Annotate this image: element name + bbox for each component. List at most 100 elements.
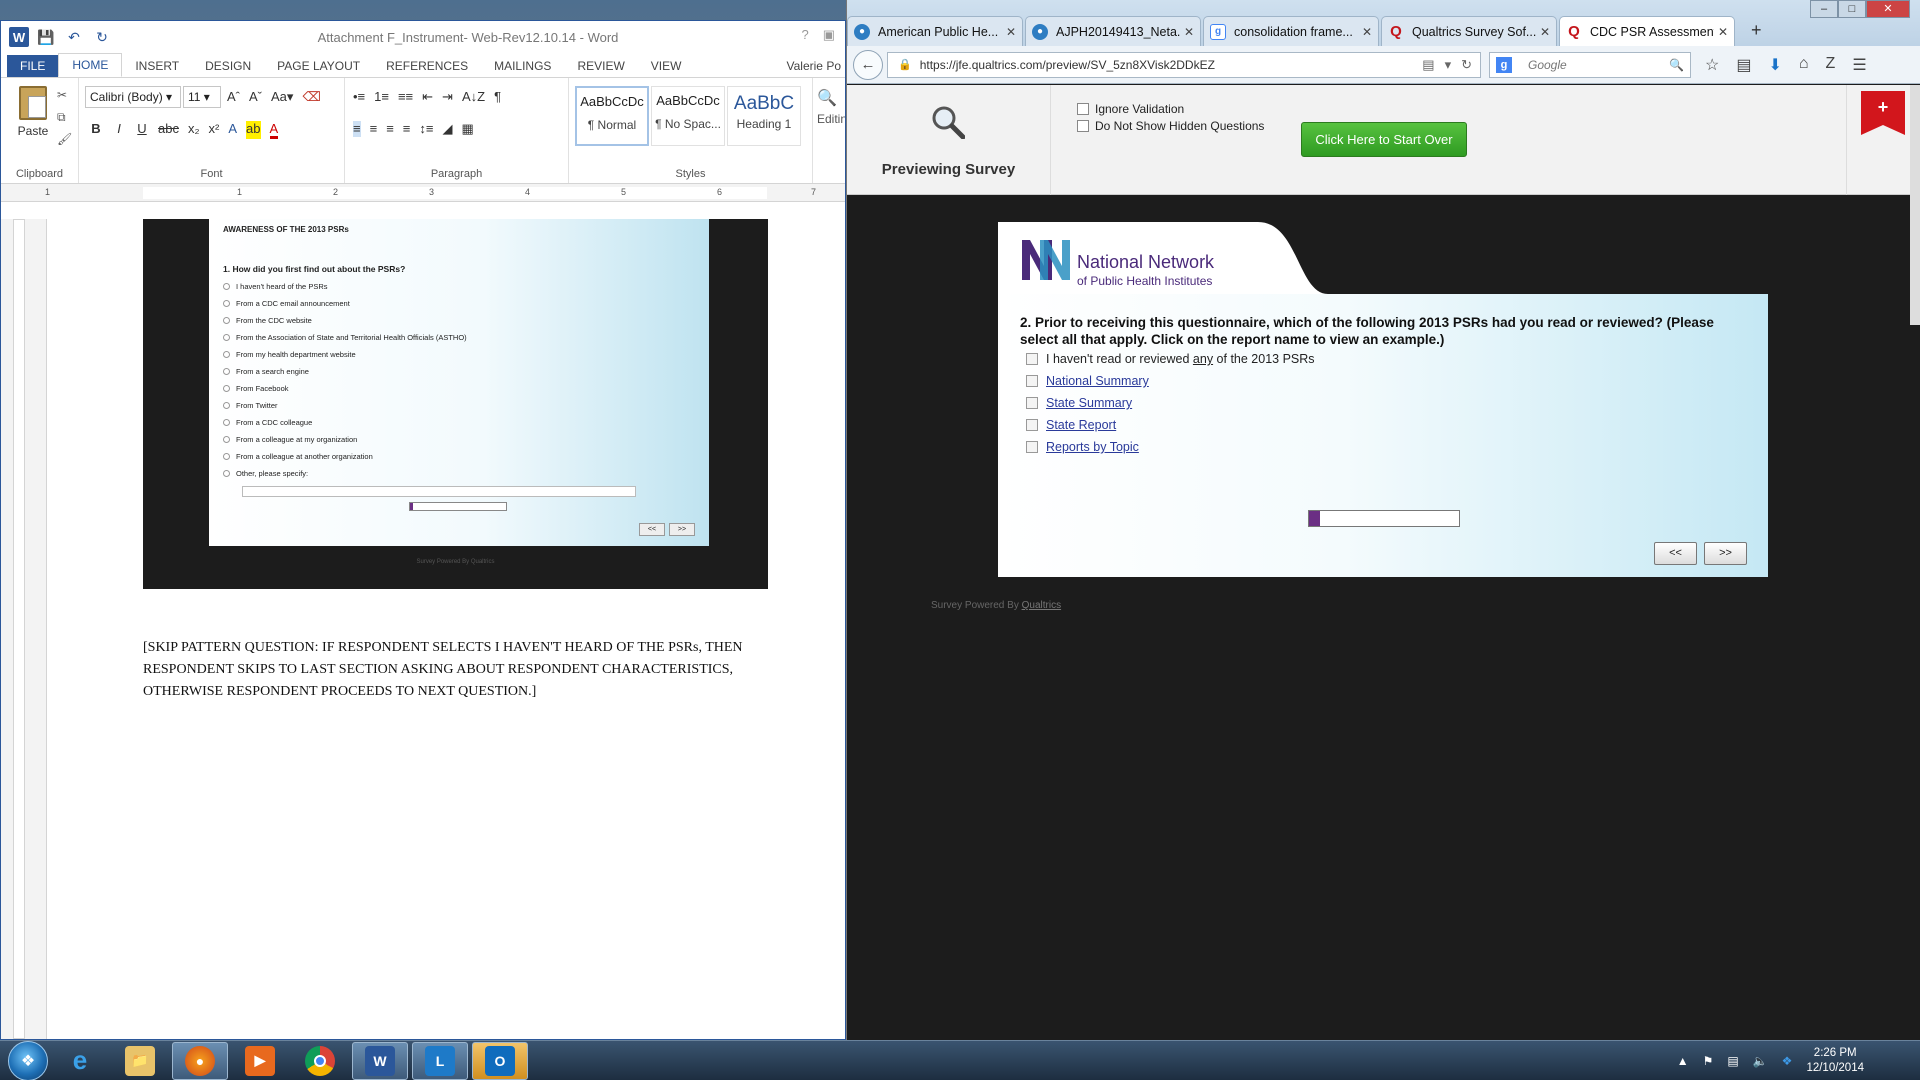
undo-icon[interactable]: ↶: [63, 26, 85, 48]
format-painter-icon[interactable]: 🖌: [57, 132, 72, 146]
url-bar[interactable]: 🔒 https://jfe.qualtrics.com/preview/SV_5…: [887, 51, 1481, 78]
reload-icon[interactable]: ↻: [1461, 57, 1472, 73]
taskbar-file-explorer[interactable]: 📁: [112, 1042, 168, 1080]
volume-icon[interactable]: 🔈: [1753, 1054, 1768, 1068]
copy-icon[interactable]: ⧉: [57, 110, 66, 125]
grow-font-icon[interactable]: Aˆ: [227, 89, 240, 105]
ribbon-display-icon[interactable]: ▣: [823, 27, 835, 43]
minimize-icon[interactable]: –: [1810, 0, 1838, 18]
tab-mailings[interactable]: MAILINGS: [481, 55, 564, 77]
option-national-summary[interactable]: National Summary: [1026, 374, 1149, 388]
borders-icon[interactable]: ▦: [461, 121, 473, 137]
search-box[interactable]: g Google 🔍: [1489, 51, 1691, 78]
horizontal-ruler[interactable]: 1 1 2 3 4 5 6 7: [1, 184, 845, 202]
cut-icon[interactable]: ✂: [57, 88, 67, 102]
paste-button[interactable]: Paste: [15, 86, 51, 138]
browser-tab[interactable]: ● American Public He... ✕: [847, 16, 1023, 46]
multilevel-list-icon[interactable]: ≡≡: [398, 89, 413, 105]
highlight-icon[interactable]: ab: [246, 121, 261, 139]
download-icon[interactable]: ⬇: [1768, 55, 1781, 75]
document-page[interactable]: AWARENESS OF THE 2013 PSRs 1. How did yo…: [47, 219, 845, 1039]
font-color-icon[interactable]: A: [269, 121, 279, 139]
taskbar-media-player[interactable]: ▶: [232, 1042, 288, 1080]
option-checkbox[interactable]: [1026, 441, 1038, 453]
ignore-validation-option[interactable]: Ignore Validation: [1077, 102, 1184, 116]
reader-icon[interactable]: ▤: [1422, 57, 1434, 73]
option-checkbox[interactable]: [1026, 397, 1038, 409]
previous-button[interactable]: <<: [1654, 542, 1697, 565]
change-case-icon[interactable]: Aa▾: [271, 89, 293, 105]
style-no-spacing[interactable]: AaBbCcDc ¶ No Spac...: [651, 86, 725, 146]
tab-page-layout[interactable]: PAGE LAYOUT: [264, 55, 373, 77]
taskbar-internet-explorer[interactable]: e: [52, 1042, 108, 1080]
browser-tab-active[interactable]: Q CDC PSR Assessment ✕: [1559, 16, 1735, 46]
zotero-icon[interactable]: Z: [1826, 55, 1836, 75]
subscript-icon[interactable]: x₂: [188, 121, 200, 139]
hide-hidden-option[interactable]: Do Not Show Hidden Questions: [1077, 119, 1264, 133]
home-icon[interactable]: ⌂: [1799, 55, 1809, 75]
browser-tab[interactable]: Q Qualtrics Survey Sof... ✕: [1381, 16, 1557, 46]
align-right-icon[interactable]: ≡: [386, 121, 394, 137]
find-icon[interactable]: 🔍: [817, 88, 837, 108]
tab-home[interactable]: HOME: [58, 53, 123, 77]
bookmark-star-icon[interactable]: ☆: [1705, 55, 1719, 75]
superscript-icon[interactable]: x²: [209, 121, 220, 139]
show-marks-icon[interactable]: ¶: [494, 89, 501, 105]
clear-formatting-icon[interactable]: ⌫: [302, 89, 320, 105]
taskbar-lync[interactable]: L: [412, 1041, 468, 1080]
signed-in-user[interactable]: Valerie Po: [787, 59, 841, 73]
font-size-select[interactable]: 11 ▾: [183, 86, 221, 108]
qualtrics-link[interactable]: Qualtrics: [1022, 600, 1061, 611]
taskbar-word[interactable]: W: [352, 1041, 408, 1080]
option-reports-by-topic[interactable]: Reports by Topic: [1026, 440, 1139, 454]
option-checkbox[interactable]: [1026, 419, 1038, 431]
browser-tab[interactable]: ● AJPH20149413_Neta... ✕: [1025, 16, 1201, 46]
shading-icon[interactable]: ◢: [442, 121, 452, 137]
option-link[interactable]: State Report: [1046, 418, 1116, 432]
increase-indent-icon[interactable]: ⇥: [442, 89, 453, 105]
close-icon[interactable]: ✕: [1006, 25, 1016, 39]
help-icon[interactable]: ?: [801, 27, 808, 43]
vertical-ruler[interactable]: [1, 219, 47, 1039]
numbering-icon[interactable]: 1≡: [374, 89, 389, 105]
editing-label[interactable]: Editin: [817, 112, 845, 126]
bookmarks-list-icon[interactable]: ▤: [1736, 55, 1751, 75]
underline-icon[interactable]: U: [135, 121, 149, 139]
close-icon[interactable]: ✕: [1362, 25, 1372, 39]
justify-icon[interactable]: ≡: [403, 121, 411, 137]
option-link[interactable]: State Summary: [1046, 396, 1132, 410]
tab-references[interactable]: REFERENCES: [373, 55, 481, 77]
start-over-button[interactable]: Click Here to Start Over: [1301, 122, 1467, 157]
hide-hidden-checkbox[interactable]: [1077, 120, 1089, 132]
align-center-icon[interactable]: ≡: [370, 121, 378, 137]
qualtrics-flag-icon[interactable]: +: [1861, 91, 1905, 135]
option-state-report[interactable]: State Report: [1026, 418, 1116, 432]
network-icon[interactable]: ▤: [1727, 1054, 1738, 1068]
dropdown-icon[interactable]: ▾: [1445, 57, 1452, 73]
save-icon[interactable]: 💾: [35, 26, 57, 48]
font-name-select[interactable]: Calibri (Body) ▾: [85, 86, 181, 108]
option-none-checkbox[interactable]: [1026, 353, 1038, 365]
line-spacing-icon[interactable]: ↕≡: [419, 121, 433, 137]
redo-icon[interactable]: ↻: [91, 26, 113, 48]
italic-icon[interactable]: I: [112, 121, 126, 139]
tab-insert[interactable]: INSERT: [122, 55, 192, 77]
taskbar-outlook[interactable]: O: [472, 1041, 528, 1080]
taskbar-firefox[interactable]: ●: [172, 1041, 228, 1080]
option-none[interactable]: I haven't read or reviewed any of the 20…: [1026, 352, 1315, 366]
close-icon[interactable]: ✕: [1540, 25, 1550, 39]
tab-review[interactable]: REVIEW: [564, 55, 637, 77]
decrease-indent-icon[interactable]: ⇤: [422, 89, 433, 105]
next-button[interactable]: >>: [1704, 542, 1747, 565]
strikethrough-icon[interactable]: abc: [158, 121, 179, 139]
browser-tab[interactable]: g consolidation frame... ✕: [1203, 16, 1379, 46]
close-window-icon[interactable]: ✕: [1866, 0, 1910, 18]
option-link[interactable]: National Summary: [1046, 374, 1149, 388]
close-icon[interactable]: ✕: [1184, 25, 1194, 39]
tab-design[interactable]: DESIGN: [192, 55, 264, 77]
tab-file[interactable]: FILE: [7, 55, 59, 77]
action-center-icon[interactable]: ⚑: [1703, 1054, 1714, 1068]
system-clock[interactable]: 2:26 PM 12/10/2014: [1806, 1046, 1864, 1076]
align-left-icon[interactable]: ≡: [353, 121, 361, 137]
tab-view[interactable]: VIEW: [638, 55, 695, 77]
